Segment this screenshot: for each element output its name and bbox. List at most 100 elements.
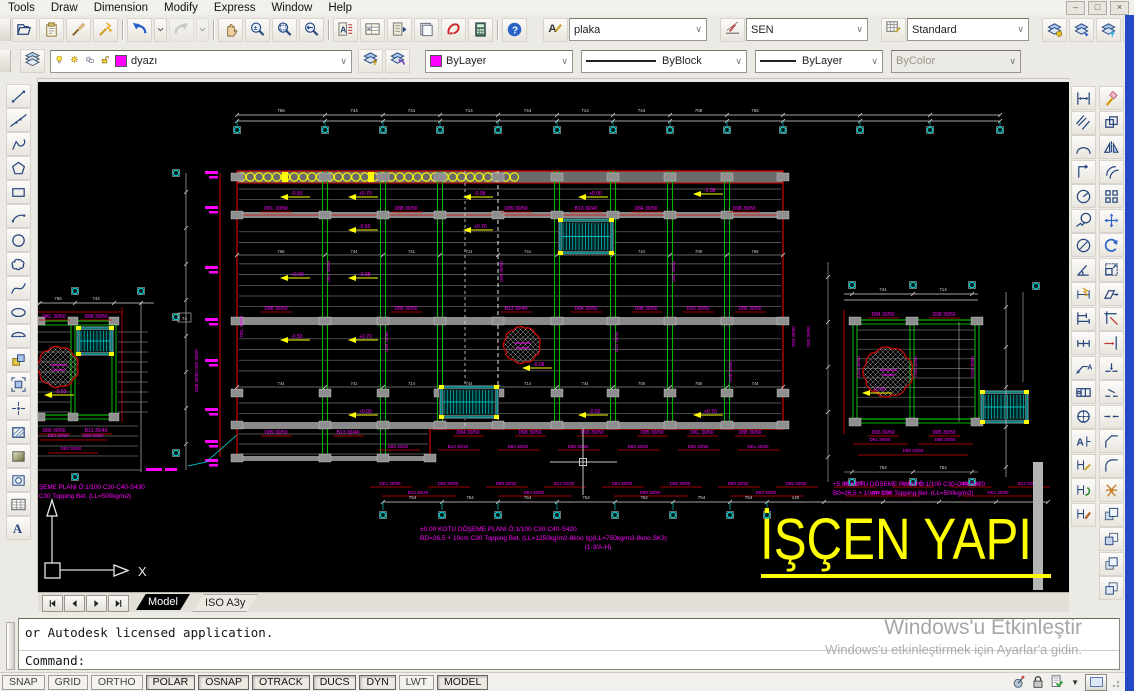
bring-above-objects-button[interactable] <box>1099 552 1124 576</box>
tool-palettes-button[interactable] <box>387 18 412 42</box>
modify-array-button[interactable] <box>1099 184 1124 208</box>
status-toggle-ortho[interactable]: ORTHO <box>91 675 143 690</box>
send-under-objects-button[interactable] <box>1099 576 1124 600</box>
tab-nav-previous-button[interactable] <box>64 595 85 612</box>
layer-properties-manager-icon[interactable] <box>20 49 45 73</box>
block-editor-button[interactable] <box>93 18 118 42</box>
markup-set-manager-button[interactable] <box>441 18 466 42</box>
zoom-previous-button[interactable] <box>299 18 324 42</box>
modify-trim-button[interactable] <box>1099 307 1124 331</box>
table-button[interactable] <box>6 492 31 516</box>
clean-screen-button[interactable] <box>1085 674 1107 691</box>
dimension-continue-button[interactable] <box>1071 331 1096 355</box>
modify-mirror-button[interactable] <box>1099 135 1124 159</box>
layer-manager-button[interactable] <box>1042 18 1067 42</box>
dimension-ordinate-button[interactable] <box>1071 160 1096 184</box>
properties-button[interactable]: A <box>333 18 358 42</box>
dimension-angular-button[interactable] <box>1071 258 1096 282</box>
status-toggle-snap[interactable]: SNAP <box>2 675 45 690</box>
modify-scale-button[interactable] <box>1099 258 1124 282</box>
modify-offset-button[interactable] <box>1099 160 1124 184</box>
make-block-button[interactable] <box>6 372 31 396</box>
tab-nav-last-button[interactable] <box>108 595 129 612</box>
table-style-combo[interactable]: Standard ∨ <box>907 18 1029 41</box>
rectangle-button[interactable] <box>6 180 31 204</box>
layer-previous-button[interactable] <box>385 49 410 73</box>
dimension-radius-button[interactable] <box>1071 184 1096 208</box>
make-object-layer-current-button[interactable] <box>358 49 383 73</box>
match-properties-button[interactable] <box>66 18 91 42</box>
modify-break-at-point-button[interactable] <box>1099 356 1124 380</box>
modify-chamfer-button[interactable] <box>1099 429 1124 453</box>
menu-item-express[interactable]: Express <box>206 2 264 14</box>
tab-nav-first-button[interactable] <box>42 595 63 612</box>
drawing-standards-icon[interactable] <box>1049 674 1065 690</box>
modify-explode-button[interactable] <box>1099 478 1124 502</box>
tray-menu-arrow[interactable]: ▼ <box>1068 678 1082 687</box>
send-to-back-button[interactable] <box>1099 527 1124 551</box>
modify-erase-button[interactable] <box>1099 86 1124 110</box>
dimension-dimension-text-edit-button[interactable]: A <box>1071 429 1096 453</box>
polygon-button[interactable] <box>6 156 31 180</box>
status-toggle-lwt[interactable]: LWT <box>399 675 434 690</box>
status-toggle-osnap[interactable]: OSNAP <box>198 675 249 690</box>
modify-extend-button[interactable] <box>1099 331 1124 355</box>
close-button[interactable]: × <box>1110 1 1129 15</box>
minimize-button[interactable]: – <box>1066 1 1085 15</box>
dimension-linear-button[interactable] <box>1071 86 1096 110</box>
polyline-button[interactable] <box>6 132 31 156</box>
modify-copy-button[interactable] <box>1099 111 1124 135</box>
dimension-diameter-button[interactable] <box>1071 233 1096 257</box>
status-toggle-model[interactable]: MODEL <box>437 675 488 690</box>
tab-nav-next-button[interactable] <box>86 595 107 612</box>
status-toggle-dyn[interactable]: DYN <box>359 675 395 690</box>
hatch-button[interactable] <box>6 420 31 444</box>
zoom-window-button[interactable] <box>272 18 297 42</box>
tab-iso-a3y[interactable]: ISO A3y <box>192 594 258 612</box>
layer-freeze-isolate-button[interactable] <box>1096 18 1121 42</box>
modify-fillet-button[interactable] <box>1099 454 1124 478</box>
arc-button[interactable] <box>6 204 31 228</box>
modify-break-button[interactable] <box>1099 380 1124 404</box>
circle-button[interactable] <box>6 228 31 252</box>
layer-walk-button[interactable] <box>1069 18 1094 42</box>
modify-join-button[interactable] <box>1099 405 1124 429</box>
resize-grip[interactable] <box>1112 676 1122 688</box>
line-button[interactable] <box>6 84 31 108</box>
toolbar-lock-icon[interactable] <box>1030 674 1046 690</box>
dimension-dimension-style-button[interactable] <box>1071 503 1096 527</box>
color-control-combo[interactable]: ByLayer ∨ <box>425 50 573 73</box>
status-toggle-polar[interactable]: POLAR <box>146 675 196 690</box>
dimension-aligned-button[interactable] <box>1071 111 1096 135</box>
paste-button[interactable] <box>39 18 64 42</box>
revision-cloud-button[interactable] <box>6 252 31 276</box>
layer-unlock-icon[interactable] <box>100 55 113 68</box>
open-button[interactable] <box>12 18 37 42</box>
command-prompt[interactable]: Command: <box>25 653 85 668</box>
layer-vp-freeze-icon[interactable] <box>85 55 98 68</box>
text-style-icon[interactable]: A <box>543 18 568 42</box>
dim-style-icon[interactable] <box>720 18 745 42</box>
menu-item-tools[interactable]: Tools <box>0 2 43 14</box>
bring-to-front-button[interactable] <box>1099 503 1124 527</box>
modify-move-button[interactable] <box>1099 209 1124 233</box>
command-window-grip[interactable] <box>6 622 15 670</box>
dimension-tolerance-button[interactable] <box>1071 380 1096 404</box>
status-toggle-grid[interactable]: GRID <box>48 675 88 690</box>
toolbar-grip[interactable] <box>0 50 11 72</box>
redo-dropdown-button[interactable] <box>196 18 209 42</box>
text-style-combo[interactable]: plaka ∨ <box>569 18 707 41</box>
layer-thaw-icon[interactable] <box>70 55 83 68</box>
dimension-jogged-button[interactable] <box>1071 209 1096 233</box>
dimension-quick-dimension-button[interactable] <box>1071 282 1096 306</box>
help-button[interactable]: ? <box>502 18 527 42</box>
toolbar-grip[interactable] <box>0 19 11 41</box>
undo-button[interactable] <box>127 18 152 42</box>
dimension-arc-length-button[interactable] <box>1071 135 1096 159</box>
menu-item-window[interactable]: Window <box>263 2 320 14</box>
designcenter-button[interactable] <box>360 18 385 42</box>
quickcalc-button[interactable] <box>468 18 493 42</box>
pan-button[interactable] <box>218 18 243 42</box>
gradient-button[interactable] <box>6 444 31 468</box>
dimension-center-mark-button[interactable] <box>1071 405 1096 429</box>
